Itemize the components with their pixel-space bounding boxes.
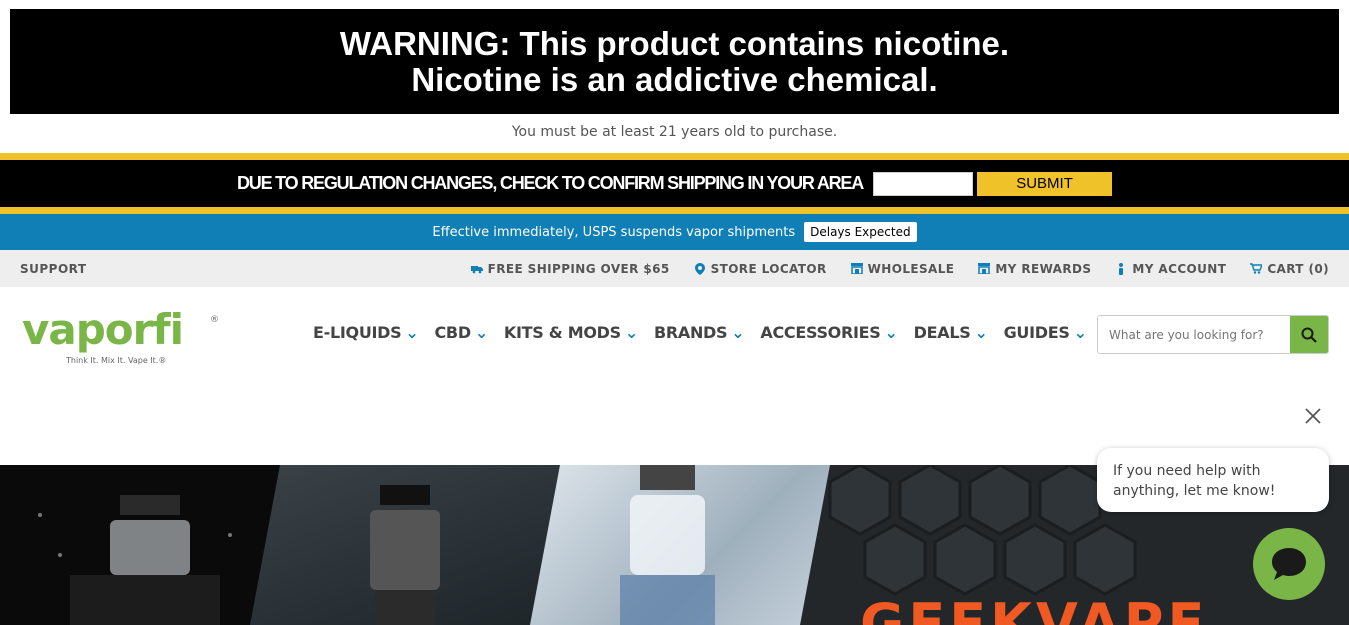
utility-links: FREE SHIPPING OVER $65 STORE LOCATOR WHO… — [470, 261, 1329, 276]
search-input[interactable] — [1098, 316, 1290, 353]
nicotine-warning: WARNING: This product contains nicotine.… — [10, 9, 1339, 114]
nav-label: DEALS — [913, 323, 971, 342]
nav-label: ACCESSORIES — [760, 323, 881, 342]
store-icon — [850, 263, 863, 275]
nav-label: GUIDES — [1003, 323, 1070, 342]
logo-tagline: Think It. Mix It. Vape It.® — [66, 356, 167, 365]
cart-icon — [1250, 263, 1263, 275]
nav-deals[interactable]: DEALS ⌄ — [914, 323, 988, 342]
warning-line-2: Nicotine is an addictive chemical. — [411, 60, 938, 98]
vape-tank-image — [250, 465, 580, 625]
chat-icon — [1272, 548, 1306, 580]
warning-line-1: WARNING: This product contains nicotine. — [339, 24, 1010, 62]
nav-brands[interactable]: BRANDS ⌄ — [653, 323, 745, 342]
vape-tank-image — [530, 465, 835, 625]
nav-label: BRANDS — [653, 323, 728, 342]
chevron-down-icon: ⌄ — [974, 323, 988, 342]
my-account-label: MY ACCOUNT — [1132, 261, 1227, 276]
chat-message[interactable]: If you need help with anything, let me k… — [1097, 448, 1329, 512]
nav-label: E-LIQUIDS — [313, 323, 402, 342]
nav-label: KITS & MODS — [503, 323, 621, 342]
chevron-down-icon: ⌄ — [624, 323, 638, 342]
store-locator-label: STORE LOCATOR — [710, 261, 827, 276]
chevron-down-icon: ⌄ — [474, 323, 488, 342]
nav-cbd[interactable]: CBD ⌄ — [434, 323, 488, 342]
nav-kits-mods[interactable]: KITS & MODS ⌄ — [504, 323, 638, 342]
cart-link[interactable]: CART (0) — [1250, 262, 1329, 276]
regulation-text: DUE TO REGULATION CHANGES, CHECK TO CONF… — [236, 173, 864, 193]
utility-bar: SUPPORT FREE SHIPPING OVER $65 STORE LOC… — [0, 250, 1349, 287]
age-notice: You must be at least 21 years old to pur… — [511, 124, 838, 140]
chevron-down-icon: ⌄ — [405, 323, 419, 342]
chevron-down-icon: ⌄ — [884, 323, 898, 342]
map-pin-icon — [694, 262, 706, 275]
hero-panel-3 — [530, 465, 835, 625]
nav-e-liquids[interactable]: E-LIQUIDS ⌄ — [313, 323, 419, 342]
wholesale-label: WHOLESALE — [867, 261, 955, 276]
nav-label: CBD — [434, 323, 471, 342]
close-icon[interactable] — [1303, 406, 1323, 426]
zip-code-input[interactable] — [873, 171, 974, 196]
nav-accessories[interactable]: ACCESSORIES ⌄ — [760, 323, 898, 342]
delays-badge[interactable]: Delays Expected — [804, 222, 917, 242]
support-link[interactable]: SUPPORT — [20, 262, 87, 276]
search-button[interactable] — [1290, 316, 1328, 353]
free-shipping-label: FREE SHIPPING OVER $65 — [487, 261, 670, 276]
cart-label: CART (0) — [1267, 261, 1329, 276]
store-locator-link[interactable]: STORE LOCATOR — [694, 262, 827, 276]
search-icon — [1301, 327, 1317, 343]
truck-icon — [470, 263, 483, 275]
main-nav: E-LIQUIDS ⌄ CBD ⌄ KITS & MODS ⌄ BRANDS ⌄ ACC… — [313, 323, 1087, 342]
regulation-bar: DUE TO REGULATION CHANGES, CHECK TO CONF… — [0, 153, 1349, 214]
my-rewards-label: MY REWARDS — [995, 261, 1092, 276]
nav-guides[interactable]: GUIDES ⌄ — [1004, 323, 1087, 342]
svg-text:®: ® — [210, 315, 219, 325]
usps-notice-text: Effective immediately, USPS suspends vap… — [432, 224, 796, 240]
logo-wordmark: vaporfi — [22, 305, 183, 354]
free-shipping-link[interactable]: FREE SHIPPING OVER $65 — [470, 261, 670, 276]
my-rewards-link[interactable]: MY REWARDS — [978, 262, 1091, 276]
chat-launcher-button[interactable] — [1253, 528, 1325, 600]
search-bar — [1097, 315, 1329, 354]
hero-panel-2 — [250, 465, 580, 625]
wholesale-link[interactable]: WHOLESALE — [850, 261, 955, 276]
usps-notice-bar: Effective immediately, USPS suspends vap… — [0, 214, 1349, 250]
chevron-down-icon: ⌄ — [1073, 323, 1087, 342]
my-account-link[interactable]: MY ACCOUNT — [1115, 262, 1226, 276]
chevron-down-icon: ⌄ — [731, 323, 745, 342]
hero-brand-text: GEEKVAPE — [860, 592, 1209, 625]
store-icon — [978, 263, 991, 275]
user-icon — [1115, 262, 1127, 275]
submit-button[interactable]: SUBMIT — [977, 171, 1113, 196]
